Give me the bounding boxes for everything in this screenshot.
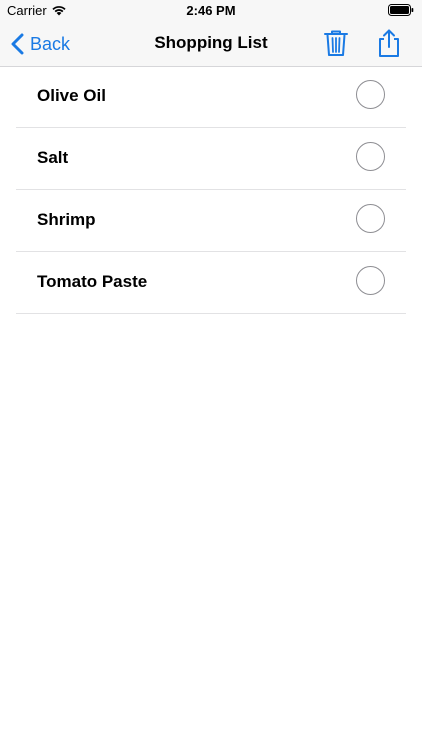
trash-icon: [324, 30, 348, 56]
battery-icon: [388, 4, 414, 16]
delete-button[interactable]: [321, 28, 351, 58]
list-item[interactable]: Shrimp: [16, 190, 406, 252]
checkbox-circle[interactable]: [356, 142, 385, 171]
shopping-list: Olive Oil Salt Shrimp Tomato Paste: [0, 66, 422, 314]
navigation-bar: Back Shopping List: [0, 22, 422, 67]
page-title: Shopping List: [154, 33, 268, 52]
list-item[interactable]: Tomato Paste: [16, 252, 406, 314]
checkbox-circle[interactable]: [356, 266, 385, 295]
share-icon: [379, 29, 399, 57]
checkbox-circle[interactable]: [356, 204, 385, 233]
list-item-label: Salt: [37, 148, 69, 167]
list-item[interactable]: Olive Oil: [16, 66, 406, 128]
list-item-label: Olive Oil: [37, 86, 106, 105]
share-button[interactable]: [374, 28, 404, 58]
list-item-label: Tomato Paste: [37, 272, 148, 291]
list-item-label: Shrimp: [37, 210, 96, 229]
status-time: 2:46 PM: [186, 3, 236, 18]
status-bar: Carrier 2:46 PM: [0, 0, 422, 22]
list-item[interactable]: Salt: [16, 128, 406, 190]
checkbox-circle[interactable]: [356, 80, 385, 109]
